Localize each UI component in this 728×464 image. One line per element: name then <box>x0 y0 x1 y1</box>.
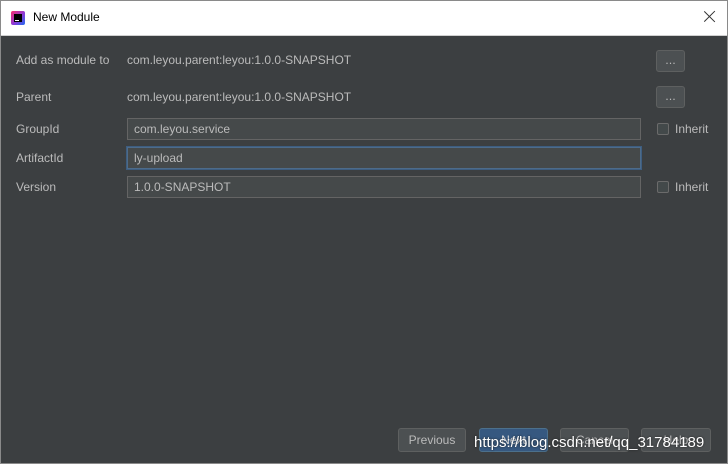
group-id-inherit-label: Inherit <box>675 122 709 136</box>
group-id-label: GroupId <box>16 122 60 136</box>
version-label: Version <box>16 180 57 194</box>
group-id-field[interactable]: com.leyou.service <box>127 118 641 140</box>
new-module-dialog: New Module Add as module to com.leyou.pa… <box>0 0 728 464</box>
artifact-id-field[interactable]: ly-upload <box>127 147 641 169</box>
add-as-module-browse-button[interactable]: ... <box>656 50 685 72</box>
watermark-url: https://blog.csdn.net/qq_31784189 <box>474 434 705 451</box>
version-inherit[interactable]: Inherit <box>657 180 708 194</box>
parent-value: com.leyou.parent:leyou:1.0.0-SNAPSHOT <box>127 90 352 104</box>
group-id-inherit-checkbox[interactable] <box>657 123 669 135</box>
group-id-inherit[interactable]: Inherit <box>657 122 708 136</box>
version-inherit-checkbox[interactable] <box>657 181 669 193</box>
window-title: New Module <box>33 10 100 24</box>
parent-browse-button[interactable]: ... <box>656 86 685 108</box>
dialog-content: Add as module to com.leyou.parent:leyou:… <box>1 36 727 463</box>
add-as-module-label: Add as module to <box>16 53 110 67</box>
version-inherit-label: Inherit <box>675 180 709 194</box>
add-as-module-value: com.leyou.parent:leyou:1.0.0-SNAPSHOT <box>127 53 352 67</box>
close-icon[interactable] <box>703 9 717 23</box>
parent-label: Parent <box>16 90 52 104</box>
artifact-id-label: ArtifactId <box>16 151 64 165</box>
title-bar: New Module <box>1 1 727 36</box>
previous-button[interactable]: Previous <box>398 428 466 452</box>
intellij-app-icon <box>11 11 25 25</box>
version-field[interactable]: 1.0.0-SNAPSHOT <box>127 176 641 198</box>
